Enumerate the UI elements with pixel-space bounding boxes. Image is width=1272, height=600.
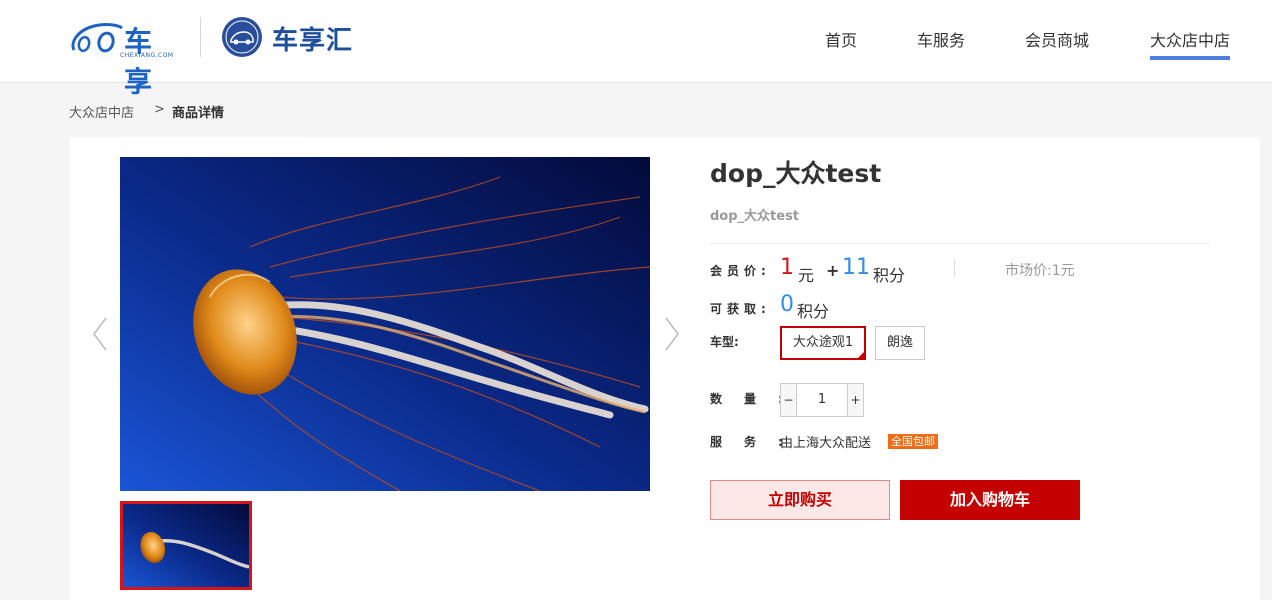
market-price: 市场价:1元 — [1005, 263, 1075, 279]
price-divider — [954, 259, 955, 277]
breadcrumb-current: 商品详情 — [172, 106, 225, 121]
car-model-option-lavida[interactable]: 朗逸 — [875, 326, 925, 360]
site-header: 车享 CHEXIANG.COM 车享汇 首页 车服务 会员商城 大众店中店 — [0, 0, 1272, 98]
car-model-label: 车型: — [710, 335, 739, 349]
car-club-badge-icon[interactable] — [222, 17, 262, 57]
product-subtitle: dop_大众test — [710, 209, 800, 224]
free-shipping-badge: 全国包邮 — [888, 434, 938, 449]
logo-divider — [200, 17, 201, 57]
points-unit: 积分 — [873, 266, 906, 285]
chexiang-logo[interactable]: 车享 CHEXIANG.COM — [68, 14, 180, 98]
chexiang-logo-text: 车享 — [124, 25, 154, 98]
earn-points-value: 0 — [780, 292, 794, 317]
quantity-increase-button[interactable]: + — [847, 384, 863, 416]
points-value: 11 — [842, 255, 870, 280]
product-main-image — [120, 157, 650, 491]
price-value: 1 — [780, 255, 794, 280]
club-logo-text[interactable]: 车享汇 — [272, 20, 353, 57]
price-plus: + — [826, 261, 840, 280]
buy-now-button[interactable]: 立即购买 — [710, 480, 890, 520]
nav-car-service[interactable]: 车服务 — [917, 27, 965, 51]
member-price-label: 会员价: — [710, 264, 771, 278]
add-to-cart-button[interactable]: 加入购物车 — [900, 480, 1080, 520]
nav-vw-store[interactable]: 大众店中店 — [1150, 27, 1230, 51]
service-text: 由上海大众配送 — [780, 436, 872, 451]
quantity-decrease-button[interactable]: − — [781, 384, 797, 416]
car-model-option-tiguan[interactable]: 大众途观1 — [780, 326, 866, 360]
earn-points-label: 可获取: — [710, 302, 771, 316]
quantity-input[interactable]: 1 — [797, 384, 847, 416]
info-divider — [710, 243, 1210, 244]
product-title: dop_大众test — [710, 159, 882, 188]
chevron-left-icon[interactable] — [90, 316, 110, 352]
chexiang-logo-mark-icon — [71, 23, 123, 53]
nav-home[interactable]: 首页 — [825, 27, 857, 51]
nav-member-mall[interactable]: 会员商城 — [1025, 27, 1089, 51]
price-unit: 元 — [798, 266, 815, 285]
quantity-stepper: − 1 + — [780, 383, 864, 417]
nav-active-indicator — [1150, 56, 1230, 60]
chevron-right-icon[interactable] — [662, 316, 682, 352]
chexiang-logo-domain: CHEXIANG.COM — [120, 52, 174, 59]
breadcrumb-separator: > — [154, 102, 165, 117]
earn-points-unit: 积分 — [797, 302, 830, 321]
product-thumbnail[interactable] — [120, 501, 252, 590]
breadcrumb-parent[interactable]: 大众店中店 — [69, 102, 134, 121]
